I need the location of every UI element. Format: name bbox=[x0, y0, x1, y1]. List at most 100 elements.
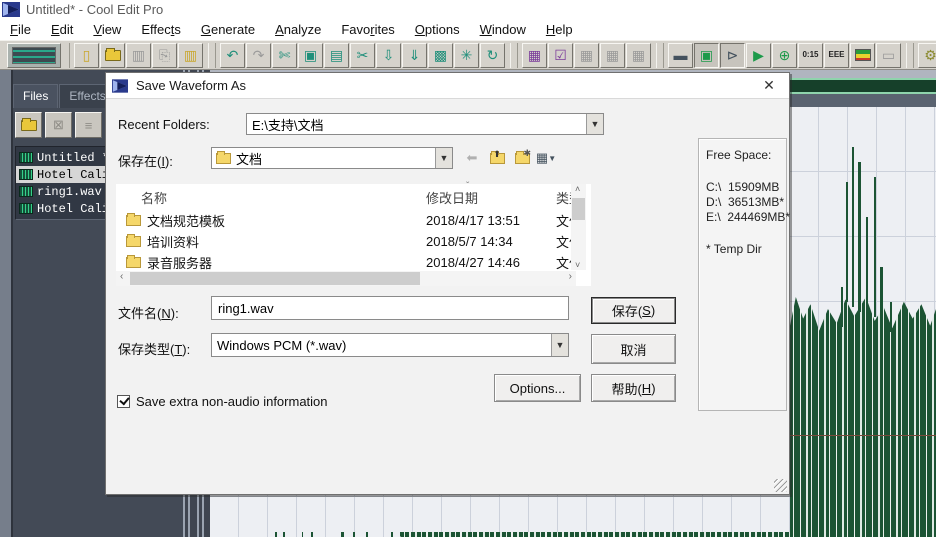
folder-icon bbox=[216, 153, 231, 164]
window-grid-2-button[interactable]: ▦ bbox=[600, 43, 625, 68]
insert-multitrack-button[interactable]: ≡ bbox=[75, 112, 102, 138]
menu-bar: File Edit View Effects Generate Analyze … bbox=[0, 18, 936, 40]
save-file-button[interactable]: ▥ bbox=[126, 43, 151, 68]
recent-folders-combobox[interactable]: E:\支持\文档 ▼ bbox=[246, 113, 604, 135]
waveform-spike bbox=[846, 182, 848, 302]
play-button[interactable]: ▶ bbox=[746, 43, 771, 68]
trim-scissors-icon: ✄ bbox=[279, 48, 291, 62]
filename-input[interactable]: ring1.wav bbox=[211, 296, 569, 320]
window-arrow-icon: ⊳ bbox=[727, 48, 739, 62]
save-as-button[interactable]: ⎘ bbox=[152, 43, 177, 68]
table-row[interactable]: 录音服务器 2018/4/27 14:46 文件 bbox=[116, 252, 571, 273]
scrollbar-thumb[interactable] bbox=[572, 198, 585, 220]
import-file-button[interactable] bbox=[15, 112, 42, 138]
mix-paste-button[interactable]: ⇓ bbox=[402, 43, 427, 68]
app-title-bar: Untitled* - Cool Edit Pro bbox=[0, 0, 936, 18]
save-in-combobox[interactable]: 文档 ▼ bbox=[211, 147, 453, 169]
recent-folders-value: E:\支持\文档 bbox=[247, 115, 586, 134]
waveform-spike bbox=[275, 532, 277, 537]
open-folder-icon bbox=[21, 120, 37, 131]
sample-convert-button[interactable]: ↻ bbox=[480, 43, 505, 68]
scroll-right-icon[interactable]: › bbox=[569, 271, 572, 282]
menu-window[interactable]: Window bbox=[470, 20, 536, 39]
cleanup-button[interactable]: ✳ bbox=[454, 43, 479, 68]
multitrack-view-button[interactable] bbox=[7, 43, 61, 68]
scroll-down-icon[interactable]: ˅ bbox=[575, 260, 580, 270]
menu-effects[interactable]: Effects bbox=[131, 20, 191, 39]
window-grid-1-button[interactable]: ▦ bbox=[574, 43, 599, 68]
vertical-scrollbar[interactable]: ˄ ˅ bbox=[571, 184, 586, 270]
play-icon: ▶ bbox=[753, 48, 764, 62]
undo-button[interactable]: ↶ bbox=[220, 43, 245, 68]
scrollbar-thumb[interactable] bbox=[130, 272, 420, 285]
redo-button[interactable]: ↷ bbox=[246, 43, 271, 68]
menu-file[interactable]: File bbox=[0, 20, 41, 39]
tab-files[interactable]: Files bbox=[13, 84, 58, 108]
grid-icon: ▦ bbox=[632, 48, 645, 62]
view-menu-icon[interactable]: ▦▼ bbox=[536, 149, 556, 167]
save-selection-button[interactable]: ▥ bbox=[178, 43, 203, 68]
dialog-resize-grip[interactable] bbox=[774, 479, 787, 492]
open-file-button[interactable] bbox=[100, 43, 125, 68]
back-arrow-icon[interactable]: ⬅ bbox=[462, 149, 482, 167]
free-space-drive: E:\ 244469MB* bbox=[706, 210, 786, 224]
menu-edit[interactable]: Edit bbox=[41, 20, 83, 39]
panel-edge-strip[interactable] bbox=[0, 70, 13, 537]
save-extra-info-checkbox[interactable] bbox=[117, 395, 130, 408]
filetype-combobox[interactable]: Windows PCM (*.wav) ▼ bbox=[211, 333, 569, 357]
zoom-button[interactable]: ⊕ bbox=[772, 43, 797, 68]
dialog-title-bar[interactable]: Save Waveform As ✕ bbox=[106, 73, 789, 99]
new-file-button[interactable]: ▯ bbox=[74, 43, 99, 68]
paste-button[interactable]: ⇩ bbox=[376, 43, 401, 68]
menu-view[interactable]: View bbox=[83, 20, 131, 39]
cancel-button[interactable]: 取消 bbox=[591, 334, 676, 364]
menu-favorites[interactable]: Favorites bbox=[331, 20, 404, 39]
new-folder-icon[interactable]: ✱ bbox=[512, 149, 532, 167]
window-forward-button[interactable]: ⊳ bbox=[720, 43, 745, 68]
trim-button[interactable]: ✄ bbox=[272, 43, 297, 68]
spectral-icon: ▦ bbox=[528, 48, 541, 62]
level-meters-button[interactable] bbox=[850, 43, 875, 68]
waveform-spike bbox=[353, 532, 355, 537]
settings-button[interactable]: ⚙ bbox=[918, 43, 936, 68]
options-button[interactable]: Options... bbox=[494, 374, 581, 402]
horizontal-scrollbar[interactable]: ‹ › bbox=[116, 271, 576, 286]
menu-help[interactable]: Help bbox=[536, 20, 583, 39]
chevron-down-icon[interactable]: ▼ bbox=[586, 114, 603, 134]
window-icon: ▬ bbox=[674, 48, 688, 62]
dialog-title: Save Waveform As bbox=[136, 78, 246, 93]
gears-icon: ⚙ bbox=[924, 48, 936, 62]
column-header-date[interactable]: 修改日期 bbox=[426, 188, 478, 207]
selection-frame-button[interactable]: ▣ bbox=[298, 43, 323, 68]
dialog-close-icon[interactable]: ✕ bbox=[759, 77, 779, 95]
table-row[interactable]: 文档规范模板 2018/4/17 13:51 文件 bbox=[116, 210, 571, 231]
help-button[interactable]: 帮助(H) bbox=[591, 374, 676, 402]
table-row[interactable]: 培训资料 2018/5/7 14:34 文件 bbox=[116, 231, 571, 252]
chevron-down-icon[interactable]: ▼ bbox=[551, 334, 568, 356]
cue-list-button[interactable]: ☑ bbox=[548, 43, 573, 68]
spectral-view-button[interactable]: ▦ bbox=[522, 43, 547, 68]
eee-label: EEE bbox=[828, 51, 844, 59]
waveform-file-icon bbox=[19, 152, 33, 163]
window-eq-button[interactable]: ▣ bbox=[694, 43, 719, 68]
time-window-button[interactable]: 0:15 bbox=[798, 43, 823, 68]
copy-button[interactable]: ▤ bbox=[324, 43, 349, 68]
column-header-name[interactable]: 名称 bbox=[141, 188, 167, 207]
scroll-left-icon[interactable]: ‹ bbox=[120, 271, 123, 282]
cut-button[interactable]: ✂ bbox=[350, 43, 375, 68]
checkbox-window-icon: ☑ bbox=[554, 48, 567, 62]
menu-options[interactable]: Options bbox=[405, 20, 470, 39]
scroll-up-icon[interactable]: ˄ bbox=[575, 184, 580, 194]
convert-sample-type-button[interactable]: ▩ bbox=[428, 43, 453, 68]
window-plain-button[interactable]: ▬ bbox=[668, 43, 693, 68]
close-file-button[interactable]: ⊠ bbox=[45, 112, 72, 138]
save-button[interactable]: 保存(S) bbox=[591, 297, 676, 324]
cue-sheet-button[interactable]: EEE bbox=[824, 43, 849, 68]
chevron-down-icon[interactable]: ▼ bbox=[435, 148, 452, 168]
status-window-button[interactable]: ▭ bbox=[876, 43, 901, 68]
menu-generate[interactable]: Generate bbox=[191, 20, 265, 39]
window-grid-3-button[interactable]: ▦ bbox=[626, 43, 651, 68]
menu-analyze[interactable]: Analyze bbox=[265, 20, 331, 39]
time-label: 0:15 bbox=[802, 51, 818, 59]
up-folder-icon[interactable]: ⬆ bbox=[487, 149, 507, 167]
